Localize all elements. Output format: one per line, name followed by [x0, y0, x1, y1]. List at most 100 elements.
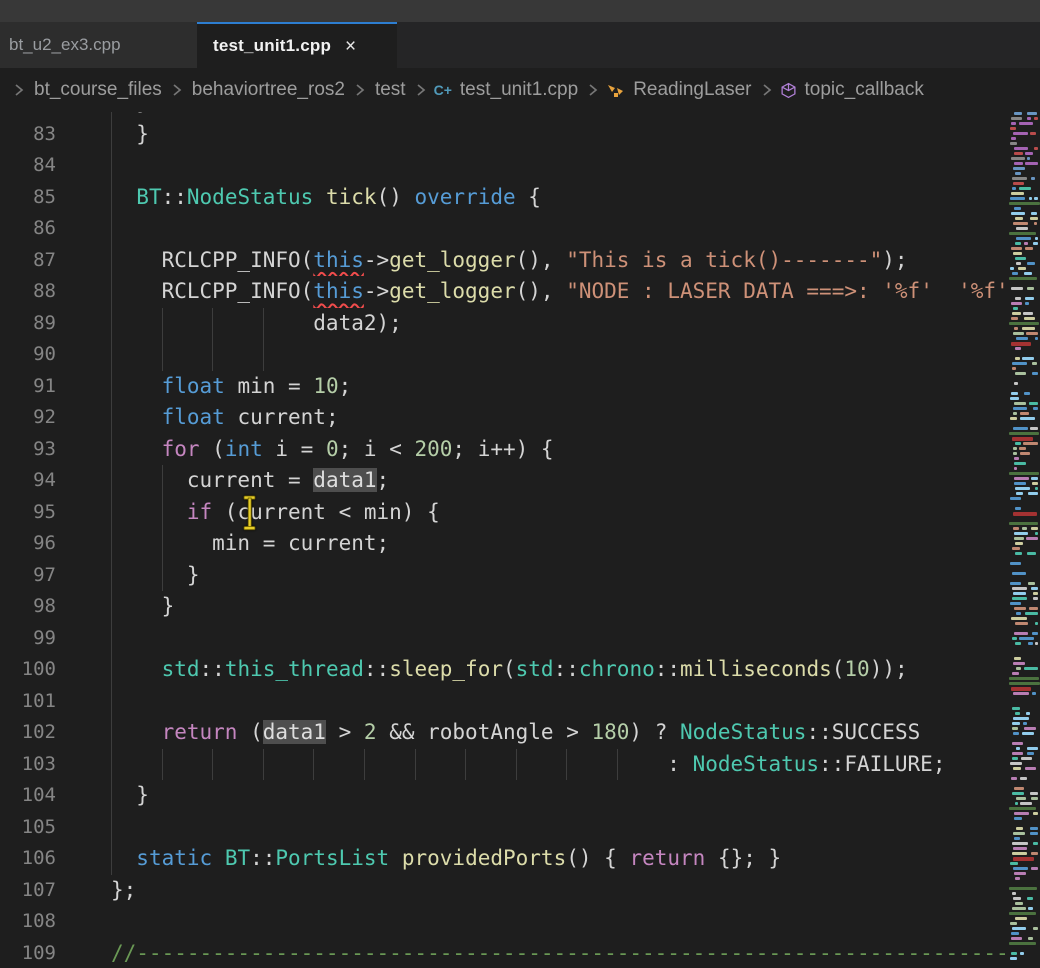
code-line-97[interactable]: 97 } [0, 560, 1008, 592]
breadcrumb-item-bt_course_files[interactable]: bt_course_files [34, 79, 162, 101]
code-line-104[interactable]: 104 } [0, 780, 1008, 812]
indent-guide [111, 812, 112, 844]
token: ) ? [629, 720, 680, 744]
code-line-92[interactable]: 92 float current; [0, 402, 1008, 434]
minimap-line [1014, 607, 1025, 610]
breadcrumb-item-test[interactable]: test [375, 79, 406, 101]
code-line-83[interactable]: 83 } [0, 119, 1008, 151]
token: BT [225, 846, 250, 870]
minimap-line [1016, 827, 1023, 830]
line-number: 107 [0, 875, 56, 907]
minimap-line [1013, 527, 1019, 530]
minimap-line [1012, 707, 1020, 710]
line-number: 99 [0, 623, 56, 655]
minimap-line [1019, 122, 1032, 125]
minimap-line [1011, 287, 1023, 290]
minimap-line [1023, 442, 1038, 445]
minimap-line [1014, 147, 1028, 150]
code-line-106[interactable]: 106 static BT::PortsList providedPorts()… [0, 843, 1008, 875]
minimap-line [1013, 167, 1025, 170]
token: float [162, 405, 225, 429]
close-icon[interactable]: × [345, 37, 356, 56]
token: static [136, 846, 212, 870]
breadcrumb-item-behaviortree_ros2[interactable]: behaviortree_ros2 [192, 79, 345, 101]
minimap-line [1011, 157, 1025, 160]
token: } [111, 122, 149, 146]
code-line-94[interactable]: 94 current = data1; [0, 465, 1008, 497]
code-text: BT::NodeStatus tick() override { [111, 182, 541, 214]
minimap-line [1009, 522, 1038, 525]
token: ; [339, 374, 352, 398]
minimap-line [1009, 472, 1039, 475]
minimap-line [1013, 717, 1029, 720]
minimap-line [1012, 572, 1025, 575]
minimap-line [1013, 592, 1027, 595]
minimap-line [1014, 462, 1026, 465]
line-number: 89 [0, 308, 56, 340]
indent-guide [111, 213, 112, 245]
tab-test_unit1[interactable]: test_unit1.cpp × [197, 22, 397, 68]
code-line-101[interactable]: 101 [0, 686, 1008, 718]
minimap-line [1031, 852, 1038, 855]
code-line-84[interactable]: 84 [0, 150, 1008, 182]
token: min = [225, 374, 314, 398]
code-line-102[interactable]: 102 return (data1 > 2 && robotAngle > 18… [0, 717, 1008, 749]
code-line-95[interactable]: 95 if (current < min) { [0, 497, 1008, 529]
indent-guide [111, 150, 112, 182]
minimap-line [1022, 527, 1027, 530]
code-line-89[interactable]: 89 data2); [0, 308, 1008, 340]
code-text: } [111, 560, 200, 592]
breadcrumb-item-ReadingLaser[interactable]: ReadingLaser [633, 79, 751, 101]
token: current = [111, 468, 313, 492]
token: min = current; [111, 531, 389, 555]
token: if [187, 500, 212, 524]
code-line-90[interactable]: 90 [0, 339, 1008, 371]
minimap-line [1016, 237, 1032, 240]
token: for [162, 437, 200, 461]
token: tick [326, 185, 377, 209]
minimap-line [1010, 602, 1020, 605]
code-line-86[interactable]: 86 [0, 213, 1008, 245]
minimap-line [1012, 312, 1021, 315]
line-number: 105 [0, 812, 56, 844]
code-line-99[interactable]: 99 [0, 623, 1008, 655]
token: {}; } [705, 846, 781, 870]
minimap-line [1016, 747, 1021, 750]
minimap-line [1014, 327, 1018, 330]
code-line-85[interactable]: 85 BT::NodeStatus tick() override { [0, 182, 1008, 214]
minimap[interactable] [1008, 112, 1040, 968]
token: :: [554, 657, 579, 681]
code-line-91[interactable]: 91 float min = 10; [0, 371, 1008, 403]
code-line-100[interactable]: 100 std::this_thread::sleep_for(std::chr… [0, 654, 1008, 686]
chevron-right-icon [170, 82, 184, 98]
code-line-109[interactable]: 109//-----------------------------------… [0, 938, 1008, 968]
code-line-108[interactable]: 108 [0, 906, 1008, 938]
code-editor[interactable]: 82 }83 }8485 BT::NodeStatus tick() overr… [0, 112, 1040, 968]
minimap-line [1032, 692, 1037, 695]
minimap-line [1016, 797, 1026, 800]
code-line-87[interactable]: 87 RCLCPP_INFO(this->get_logger(), "This… [0, 245, 1008, 277]
code-line-103[interactable]: 103 : NodeStatus::FAILURE; [0, 749, 1008, 781]
minimap-line [1009, 677, 1039, 680]
breadcrumb-item-topic_callback[interactable]: topic_callback [805, 79, 924, 101]
breadcrumb-item-test_unit1.cpp[interactable]: test_unit1.cpp [460, 79, 578, 101]
code-line-96[interactable]: 96 min = current; [0, 528, 1008, 560]
code-line-107[interactable]: 107}; [0, 875, 1008, 907]
tab-bt_u2_ex3[interactable]: bt_u2_ex3.cpp [0, 22, 197, 68]
minimap-line [1011, 687, 1031, 691]
code-line-98[interactable]: 98 } [0, 591, 1008, 623]
code-line-93[interactable]: 93 for (int i = 0; i < 200; i++) { [0, 434, 1008, 466]
minimap-line [1011, 952, 1017, 955]
minimap-line [1028, 937, 1033, 940]
code-line-88[interactable]: 88 RCLCPP_INFO(this->get_logger(), "NODE… [0, 276, 1008, 308]
minimap-line [1012, 187, 1016, 190]
code-text: } [111, 780, 149, 812]
minimap-line [1013, 412, 1017, 415]
code-text: data2); [111, 308, 402, 340]
code-text: } [111, 591, 174, 623]
token: RCLCPP_INFO( [111, 279, 313, 303]
code-line-105[interactable]: 105 [0, 812, 1008, 844]
minimap-line [1024, 727, 1036, 730]
minimap-line [1013, 252, 1023, 255]
token: :: [162, 185, 187, 209]
